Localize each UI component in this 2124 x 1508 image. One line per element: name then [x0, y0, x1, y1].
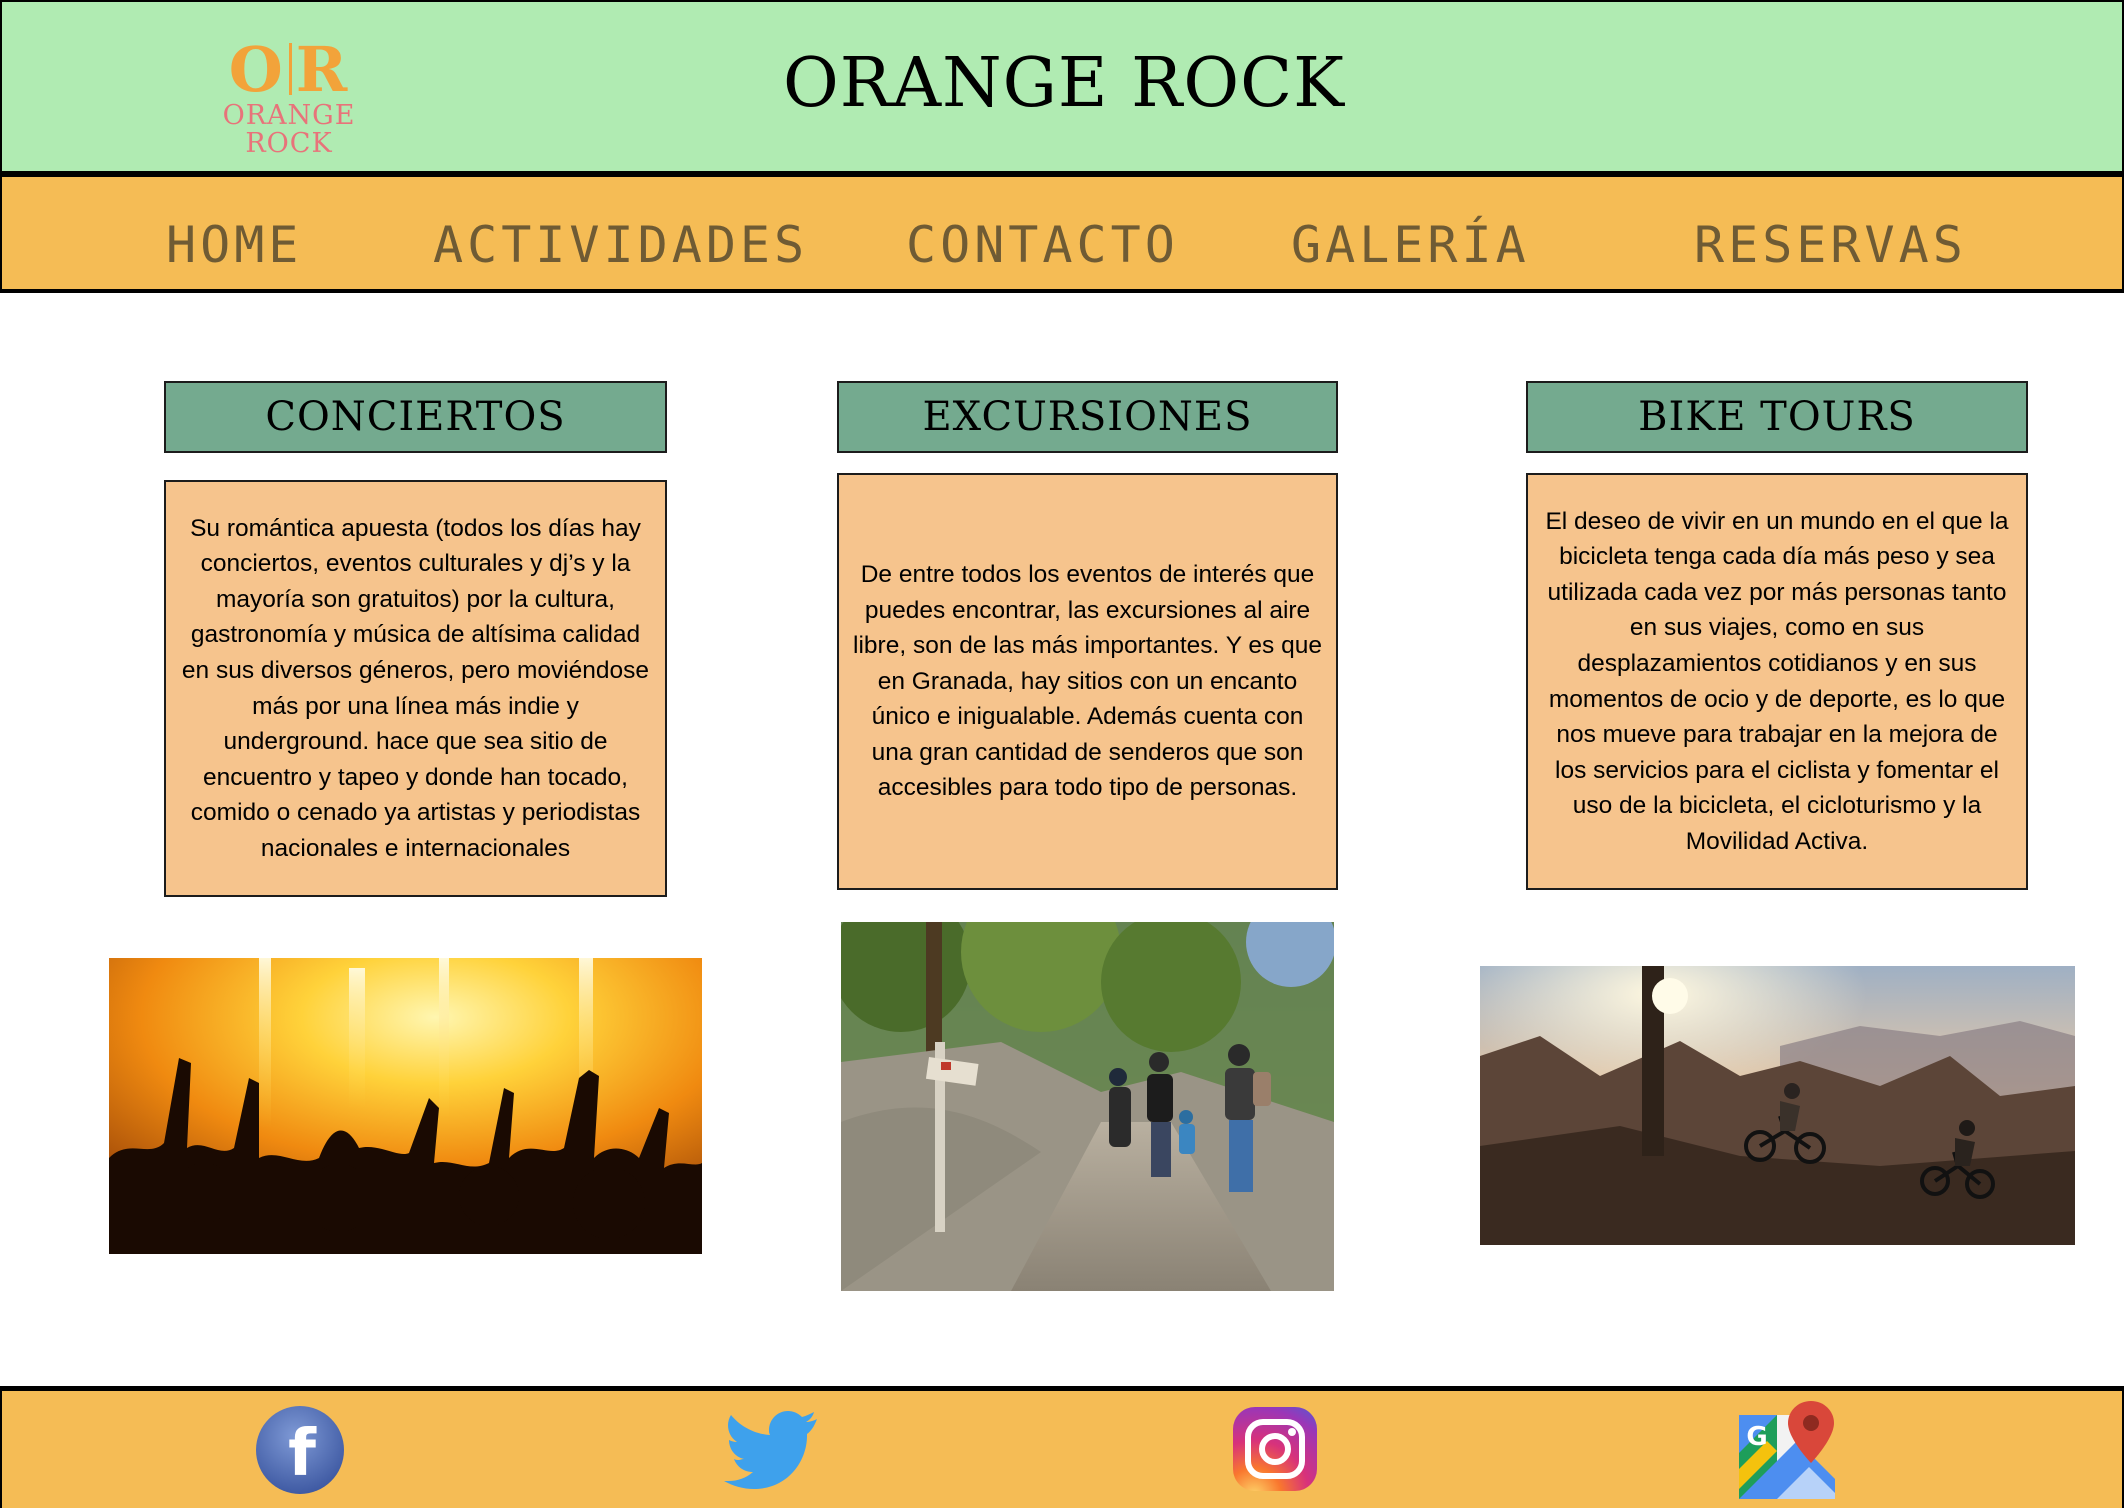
mountain-bike-photo: [1480, 966, 2075, 1245]
site-footer: f G: [0, 1391, 2124, 1508]
concert-crowd-photo: [109, 958, 702, 1254]
google-maps-icon-graphic: G: [1739, 1401, 1835, 1499]
card-title-conciertos: CONCIERTOS: [164, 381, 667, 453]
nav-item-actividades[interactable]: ACTIVIDADES: [433, 217, 808, 273]
instagram-icon-graphic: [1233, 1407, 1317, 1491]
hiking-trail-image: [841, 922, 1334, 1291]
site-header: OR ORANGE ROCK ORANGE ROCK: [0, 0, 2124, 171]
nav-item-contacto[interactable]: CONTACTO: [906, 217, 1179, 273]
card-title-excursiones: EXCURSIONES: [837, 381, 1338, 453]
card-text-conciertos: Su romántica apuesta (todos los días hay…: [164, 480, 667, 897]
card-text-excursiones: De entre todos los eventos de interés qu…: [837, 473, 1338, 890]
twitter-icon[interactable]: [724, 1409, 818, 1489]
concert-crowd-image: [109, 958, 702, 1254]
mountain-bike-image: [1480, 966, 2075, 1245]
nav-item-reservas[interactable]: RESERVAS: [1694, 217, 1967, 273]
main-nav: HOME ACTIVIDADES CONTACTO GALERÍA RESERV…: [0, 177, 2124, 293]
google-maps-icon[interactable]: G: [1737, 1401, 1837, 1499]
nav-item-home[interactable]: HOME: [166, 217, 302, 273]
card-text-bike-tours: El deseo de vivir en un mundo en el que …: [1526, 473, 2028, 890]
card-title-bike-tours: BIKE TOURS: [1526, 381, 2028, 453]
hiking-trail-photo: [841, 922, 1334, 1291]
facebook-icon[interactable]: f: [255, 1405, 345, 1495]
site-title: ORANGE ROCK: [783, 44, 1345, 123]
twitter-icon-graphic: [724, 1411, 817, 1489]
nav-item-galeria[interactable]: GALERÍA: [1291, 217, 1530, 273]
facebook-icon-graphic: f: [256, 1406, 344, 1494]
facebook-letter: f: [288, 1417, 317, 1491]
google-maps-letter: G: [1746, 1422, 1767, 1452]
instagram-icon[interactable]: [1232, 1406, 1318, 1492]
